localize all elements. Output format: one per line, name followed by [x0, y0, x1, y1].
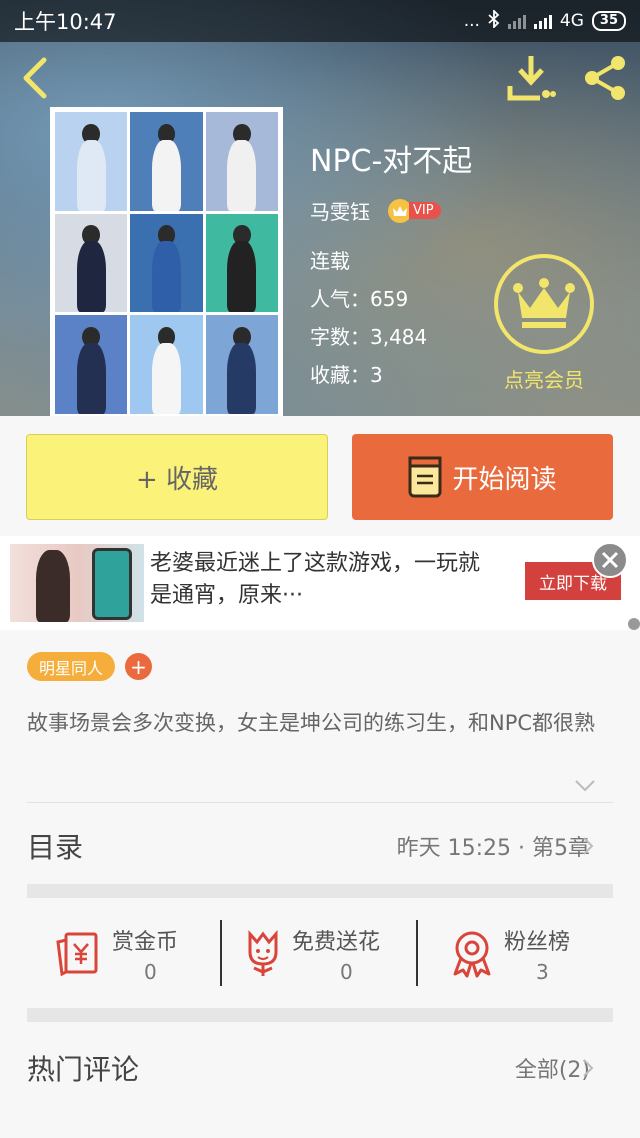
share-button[interactable] — [582, 54, 628, 102]
red-envelope-icon — [56, 932, 98, 976]
book-popularity: 人气：659 — [310, 287, 409, 311]
book-title: NPC-对不起 — [310, 144, 473, 179]
start-reading-button[interactable]: 开始阅读 — [352, 434, 613, 520]
status-bar: 上午10:47 ... 4G 35 — [0, 0, 640, 42]
free-flowers[interactable]: 免费送花 0 — [222, 900, 416, 1008]
stats-row: 赏金币 0 免费送花 0 粉丝榜 3 — [0, 900, 640, 1008]
network-type: 4G — [559, 11, 584, 31]
fans-label: 粉丝榜 — [504, 930, 571, 955]
reward-coins[interactable]: 赏金币 0 — [0, 900, 220, 1008]
cover-photo — [205, 112, 278, 211]
share-icon — [585, 56, 625, 100]
cover-photo — [55, 112, 128, 211]
vip-label: VIP — [409, 202, 441, 219]
crown-icon — [513, 278, 575, 328]
chevron-left-icon — [23, 57, 47, 99]
book-cover — [50, 107, 283, 416]
book-word-count: 字数：3,484 — [310, 325, 428, 349]
fans-value: 3 — [536, 960, 549, 984]
fans-ranking[interactable]: 粉丝榜 3 — [418, 900, 640, 1008]
book-icon — [408, 456, 442, 498]
cover-photo — [205, 213, 278, 313]
ad-image — [10, 544, 144, 622]
book-status: 连载 — [310, 249, 350, 273]
chevron-right-icon — [583, 1059, 594, 1077]
award-ribbon-icon — [453, 931, 491, 978]
cover-photo — [55, 315, 128, 414]
tag-chip[interactable]: 明星同人 — [27, 652, 116, 681]
vip-badge: VIP — [388, 198, 441, 223]
collect-button[interactable]: + 收藏 — [26, 434, 328, 520]
ad-text: 老婆最近迷上了这款游戏，一玩就是通宵，原来··· — [150, 551, 481, 608]
status-dots: ... — [463, 11, 480, 31]
chevron-right-icon — [583, 837, 594, 855]
divider — [27, 802, 613, 803]
cover-photo — [55, 213, 128, 313]
reward-value: 0 — [144, 960, 157, 984]
back-button[interactable] — [18, 56, 54, 100]
cover-photo — [130, 315, 203, 414]
ad-close-button[interactable] — [592, 542, 628, 578]
table-of-contents-row[interactable]: 目录 昨天 15:25 · 第5章 — [0, 804, 640, 884]
hot-comments-title: 热门评论 — [27, 1053, 140, 1086]
bluetooth-icon — [488, 8, 500, 33]
all-comments-link[interactable]: 全部(2) — [515, 1052, 590, 1084]
hd-signal-icon — [507, 13, 526, 29]
cover-photo — [130, 112, 203, 211]
download-button[interactable] — [506, 54, 556, 102]
close-icon — [601, 551, 619, 569]
hot-comments-header: 热门评论 全部(2) — [0, 1030, 640, 1110]
section-divider — [27, 1008, 613, 1022]
expand-description-button[interactable] — [574, 778, 596, 792]
flower-icon — [248, 930, 278, 976]
status-time: 上午10:47 — [14, 10, 117, 34]
start-reading-label: 开始阅读 — [452, 464, 557, 495]
download-icon — [507, 56, 556, 101]
chevron-down-icon — [575, 780, 595, 792]
battery-indicator: 35 — [591, 11, 626, 31]
add-tag-button[interactable]: + — [125, 653, 152, 680]
book-favorites: 收藏：3 — [310, 363, 383, 387]
section-divider — [27, 884, 613, 898]
book-description: 故事场景会多次变换，女主是坤公司的练习生，和NPC都很熟 — [27, 711, 596, 735]
signal-icon — [533, 13, 552, 29]
book-header: 上午10:47 ... 4G 35 NPC-对不起 马雯钰 VIP 连载 人气：… — [0, 0, 640, 416]
flowers-value: 0 — [340, 960, 353, 984]
ad-mark-icon — [628, 618, 640, 630]
member-label: 点亮会员 — [504, 368, 584, 392]
author-name[interactable]: 马雯钰 — [310, 196, 370, 225]
cover-photo — [205, 315, 278, 414]
flowers-label: 免费送花 — [292, 930, 381, 955]
reward-label: 赏金币 — [112, 930, 179, 955]
toc-latest-chapter: 昨天 15:25 · 第5章 — [396, 836, 590, 861]
toc-title: 目录 — [27, 831, 84, 864]
cover-photo — [130, 213, 203, 313]
member-button[interactable] — [494, 254, 594, 354]
